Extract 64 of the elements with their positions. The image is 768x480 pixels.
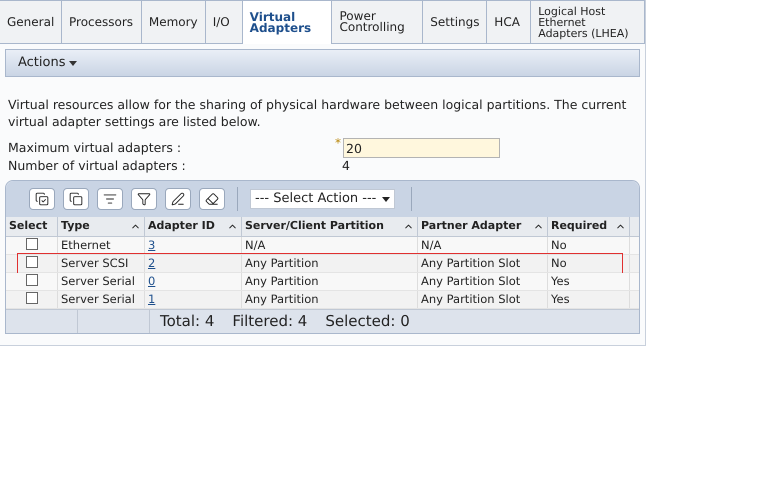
description: Virtual resources allow for the sharing of physical hardware between logical partitions. The current virtual adapter settings are listed below. <box>7 96 628 130</box>
table-cell: Yes <box>548 273 630 290</box>
table-cell: No <box>548 255 630 272</box>
tab[interactable]: Power Controlling <box>332 0 424 44</box>
field-value: 4 <box>341 157 350 176</box>
select-action-dropdown[interactable]: --- Select Action --- <box>250 189 395 209</box>
total-count: Total: 4 <box>160 311 214 332</box>
table-cell: N/A <box>242 237 418 254</box>
adapter-id-link[interactable]: 2 <box>148 256 156 270</box>
column-header[interactable]: Type <box>58 217 145 236</box>
copy-icon <box>69 192 83 206</box>
table-cell: Any Partition <box>242 273 418 290</box>
copy-button[interactable] <box>63 188 89 210</box>
filter-list-button[interactable] <box>97 188 123 210</box>
tab[interactable]: General <box>0 0 62 44</box>
tab[interactable]: Logical Host Ethernet Adapters (LHEA) <box>531 0 645 44</box>
actions-menu[interactable]: Actions <box>18 53 76 73</box>
caret-icon <box>68 60 76 66</box>
input-field[interactable]: 20 <box>343 138 500 158</box>
filter-icon <box>137 192 151 206</box>
table-cell: Server Serial <box>58 291 145 308</box>
row-checkbox[interactable] <box>26 274 38 286</box>
adapter-id-link[interactable]: 0 <box>148 274 156 288</box>
column-header[interactable]: Adapter ID <box>145 217 242 236</box>
column-header[interactable]: Required <box>548 217 630 236</box>
row-checkbox[interactable] <box>26 292 38 304</box>
adapter-id-link[interactable]: 3 <box>148 238 156 252</box>
field-label: Maximum virtual adapters : <box>7 139 182 158</box>
adapter-id-link[interactable]: 1 <box>148 292 156 306</box>
select-all-icon <box>35 192 49 206</box>
column-header[interactable]: Server/Client Partition <box>242 217 418 236</box>
tab[interactable]: Memory <box>142 0 206 44</box>
filter-button[interactable] <box>131 188 157 210</box>
column-header[interactable]: Partner Adapter <box>418 217 548 236</box>
eraser-button[interactable] <box>199 188 225 210</box>
required-mark: * <box>335 138 341 148</box>
table-cell: Server Serial <box>58 273 145 290</box>
row-checkbox[interactable] <box>26 238 38 250</box>
tab[interactable]: HCA <box>487 0 532 44</box>
table-cell: No <box>548 237 630 254</box>
pen-button[interactable] <box>165 188 191 210</box>
column-header[interactable]: Select <box>6 217 58 236</box>
tab[interactable]: Settings <box>423 0 488 44</box>
tab[interactable]: I/O <box>206 0 243 44</box>
table-cell: Any Partition <box>242 255 418 272</box>
table-cell: Any Partition Slot <box>418 273 548 290</box>
table-cell: N/A <box>418 237 548 254</box>
row-checkbox[interactable] <box>26 256 38 268</box>
select-all-button[interactable] <box>29 188 55 210</box>
selected-count: Selected: 0 <box>325 311 410 332</box>
table-cell: Any Partition Slot <box>418 291 548 308</box>
field-label: Number of virtual adapters : <box>7 157 187 176</box>
pen-icon <box>171 192 185 206</box>
table-cell: Ethernet <box>58 237 145 254</box>
eraser-icon <box>205 192 219 206</box>
filter-list-icon <box>103 192 117 206</box>
table-cell: Server SCSI <box>58 255 145 272</box>
tab[interactable]: Processors <box>62 0 142 44</box>
table-cell: Yes <box>548 291 630 308</box>
dropdown-arrow-icon <box>382 196 390 202</box>
tab[interactable]: Virtual Adapters <box>242 0 332 44</box>
table-cell: Any Partition Slot <box>418 255 548 272</box>
filtered-count: Filtered: 4 <box>232 311 308 332</box>
table-cell: Any Partition <box>242 291 418 308</box>
